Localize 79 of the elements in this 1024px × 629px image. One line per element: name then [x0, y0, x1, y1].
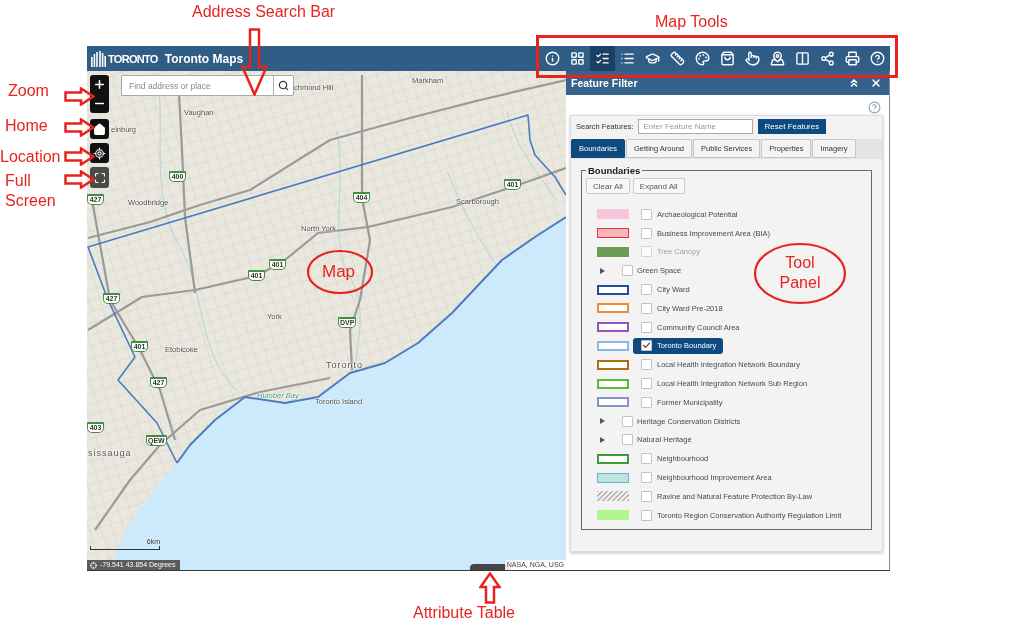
- callout-label: Map Tools: [655, 13, 728, 31]
- checkbox[interactable]: [622, 265, 633, 277]
- callout-arrow: [479, 572, 501, 604]
- home-button[interactable]: [90, 119, 109, 139]
- callout-label: Map: [322, 262, 356, 282]
- callout-arrow: [64, 118, 95, 137]
- callout-label: Zoom: [8, 82, 49, 100]
- address-search-field[interactable]: Find address or place: [121, 75, 273, 96]
- list-action-button[interactable]: Clear All: [586, 178, 630, 194]
- bag-icon: [720, 51, 735, 66]
- place-label: Toronto: [326, 360, 364, 370]
- checkbox[interactable]: [641, 340, 652, 352]
- checkbox[interactable]: [641, 509, 652, 521]
- checkbox[interactable]: [641, 302, 652, 314]
- callout-label: Home: [5, 117, 48, 135]
- share-icon: [820, 51, 835, 66]
- zoom-in-button[interactable]: [90, 75, 109, 94]
- list-icon: [620, 51, 635, 66]
- info-icon: [545, 51, 560, 66]
- crosshair-icon: [93, 146, 106, 160]
- checklist-icon: [595, 51, 610, 66]
- fullscreen-icon: [93, 171, 106, 184]
- graduation-cap-icon: [645, 51, 660, 66]
- locate-button[interactable]: [90, 143, 109, 163]
- callout-label: Full Screen: [5, 171, 57, 211]
- fieldset-legend: Boundaries: [586, 165, 643, 176]
- callout-arrow: [64, 87, 95, 106]
- zoom-out-button[interactable]: [90, 94, 109, 113]
- list-action-button[interactable]: Expand All: [632, 178, 685, 194]
- help-icon: [870, 51, 885, 66]
- plus-icon: [93, 78, 106, 91]
- search-button[interactable]: [273, 75, 294, 96]
- printer-icon: [845, 51, 860, 66]
- checkbox[interactable]: [641, 321, 652, 333]
- checkbox[interactable]: [641, 359, 652, 371]
- scale-bar: [90, 546, 160, 550]
- checkbox[interactable]: [641, 284, 652, 296]
- ruler-icon: [670, 51, 685, 66]
- callout-label: Attribute Table: [413, 604, 515, 622]
- checkbox[interactable]: [641, 378, 652, 390]
- callout-arrow: [64, 147, 95, 166]
- callout-ellipse: [306, 249, 374, 295]
- checkbox[interactable]: [622, 434, 633, 446]
- checkbox[interactable]: [641, 472, 652, 484]
- palette-icon: [695, 51, 710, 66]
- tool-button[interactable]: [590, 46, 615, 71]
- hand-pointer-icon: [745, 51, 760, 66]
- crosshair-icon: [90, 561, 97, 569]
- callout-arrow: [241, 28, 268, 96]
- caret-icon[interactable]: [600, 418, 605, 425]
- split-panel-icon: [795, 51, 810, 66]
- grid-icon: [570, 51, 585, 66]
- callout-arrow: [64, 170, 95, 189]
- checkbox[interactable]: [641, 208, 652, 220]
- close-icon[interactable]: [870, 77, 882, 89]
- place-label: sissauga: [88, 448, 132, 458]
- double-chevron-icon[interactable]: [848, 77, 860, 89]
- caret-icon[interactable]: [600, 267, 605, 274]
- checkbox[interactable]: [622, 415, 633, 427]
- help-icon[interactable]: [868, 101, 881, 114]
- reset-features-button[interactable]: Reset Features: [757, 119, 827, 134]
- app-title: Toronto Maps: [164, 51, 244, 66]
- checkbox[interactable]: [641, 396, 652, 408]
- checkbox[interactable]: [641, 490, 652, 502]
- map-pin-icon: [770, 51, 785, 66]
- house-icon: [93, 122, 106, 136]
- caret-icon[interactable]: [600, 436, 605, 443]
- checkbox[interactable]: [641, 453, 652, 465]
- checkbox[interactable]: [641, 227, 652, 239]
- feature-search-field[interactable]: Enter Feature Name: [637, 119, 753, 134]
- check-icon: [642, 341, 651, 351]
- callout-label: Location: [0, 148, 61, 166]
- panel-title: Feature Filter: [571, 77, 638, 89]
- building-icon: [91, 50, 106, 67]
- logo-text: TORONTO: [108, 52, 158, 65]
- callout-label: Tool Panel: [778, 253, 822, 293]
- search-icon: [278, 80, 289, 91]
- callout-label: Address Search Bar: [192, 3, 336, 21]
- fullscreen-button[interactable]: [90, 167, 109, 188]
